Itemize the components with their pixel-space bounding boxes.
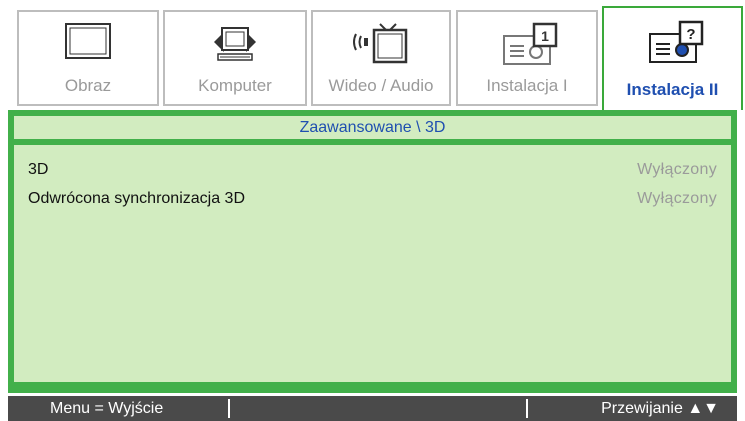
setting-name: 3D xyxy=(28,161,49,178)
tab-label: Obraz xyxy=(64,76,112,95)
monitor-icon xyxy=(65,23,111,59)
svg-text:?: ? xyxy=(686,26,695,43)
projector-icon: 1 xyxy=(503,22,558,65)
setting-row-inverted-sync-3d[interactable]: Odwrócona synchronizacja 3D Wyłączony xyxy=(28,188,717,210)
footer-divider xyxy=(228,399,230,418)
tab-obraz[interactable]: Obraz xyxy=(17,10,159,106)
computer-icon xyxy=(214,27,256,61)
footer-divider xyxy=(526,399,528,418)
setting-row-3d[interactable]: 3D Wyłączony xyxy=(28,159,717,181)
settings-panel: 3D Wyłączony Odwrócona synchronizacja 3D… xyxy=(14,145,731,382)
tab-bar: Obraz Komputer Wideo / Audio 1 Instalacj… xyxy=(0,0,745,110)
tab-label: Wideo / Audio xyxy=(328,76,434,95)
page-title: Zaawansowane \ 3D xyxy=(14,116,731,139)
tab-wideo-audio[interactable]: Wideo / Audio xyxy=(311,10,451,106)
setting-value: Wyłączony xyxy=(637,161,717,178)
setting-name: Odwrócona synchronizacja 3D xyxy=(28,190,245,207)
tab-label: Instalacja I xyxy=(486,76,568,95)
video-audio-icon xyxy=(353,23,408,64)
footer-scroll-hint: Przewijanie ▲▼ xyxy=(601,400,719,417)
projector-question-icon: ? xyxy=(648,20,703,63)
footer-bar: Menu = Wyjście Przewijanie ▲▼ xyxy=(8,396,737,421)
tab-label: Komputer xyxy=(198,76,272,95)
setting-value: Wyłączony xyxy=(637,190,717,207)
tab-komputer[interactable]: Komputer xyxy=(163,10,307,106)
tab-label: Instalacja II xyxy=(626,80,719,99)
svg-text:1: 1 xyxy=(541,28,549,44)
footer-exit-hint: Menu = Wyjście xyxy=(50,400,164,417)
tab-instalacja-i[interactable]: 1 Instalacja I xyxy=(456,10,598,106)
tab-instalacja-ii[interactable]: ? Instalacja II xyxy=(602,6,743,110)
